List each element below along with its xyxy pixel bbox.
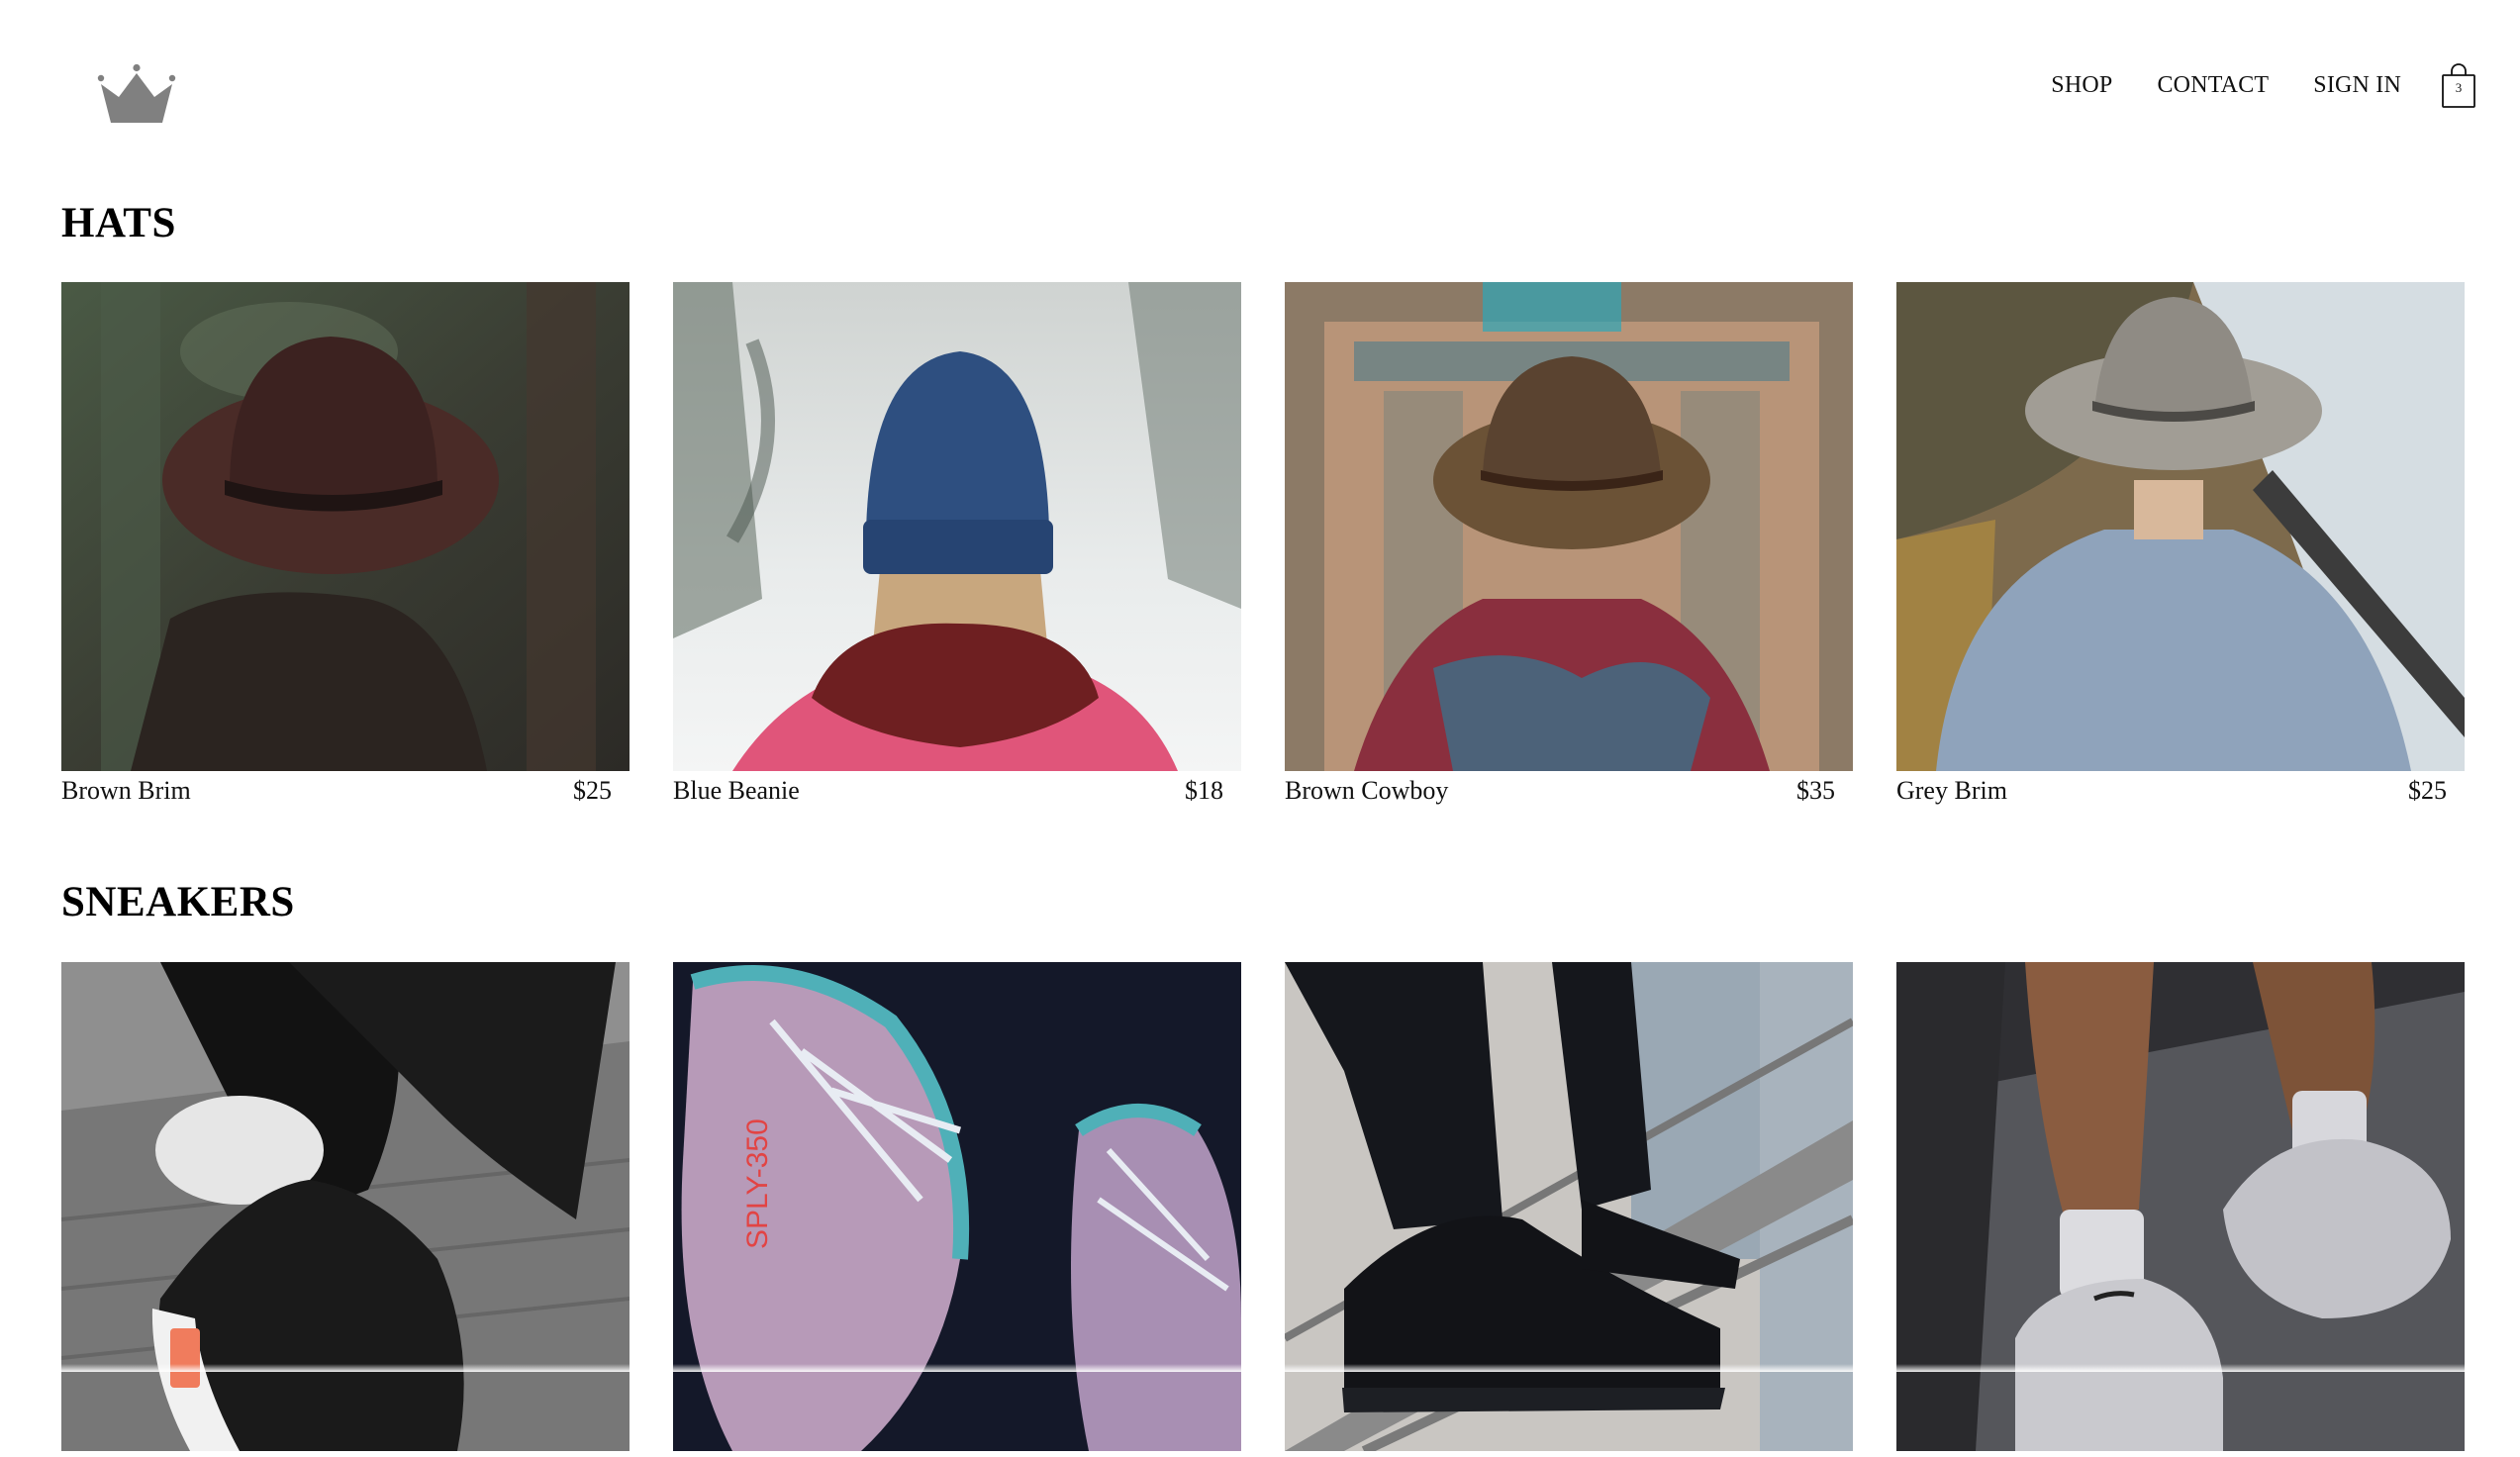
crown-icon[interactable] — [97, 63, 176, 127]
hats-grid: Brown Brim $25 Blue Beanie $18 Brown Cow… — [61, 282, 2467, 806]
product-image — [1896, 962, 2465, 1451]
nav-sign-in-link[interactable]: SIGN IN — [2313, 72, 2401, 99]
cart-count-badge: 3 — [2455, 80, 2463, 95]
sneakers-grid: SPLY-350 — [61, 962, 2467, 1457]
nav-contact-link[interactable]: CONTACT — [2157, 72, 2269, 99]
product-price: $25 — [573, 776, 612, 805]
header: SHOP CONTACT SIGN IN 3 — [0, 0, 2520, 168]
product-price: $35 — [1796, 776, 1835, 805]
product-card-sneaker-3[interactable] — [1285, 962, 1853, 1457]
product-card-grey-brim[interactable]: Grey Brim $25 — [1896, 282, 2465, 806]
product-name: Brown Brim — [61, 776, 191, 805]
product-card-brown-cowboy[interactable]: Brown Cowboy $35 — [1285, 282, 1853, 806]
svg-text:SPLY-350: SPLY-350 — [741, 1118, 774, 1249]
product-card-sneaker-2[interactable]: SPLY-350 — [673, 962, 1241, 1457]
section-title-sneakers[interactable]: SNEAKERS — [61, 881, 295, 923]
product-name: Brown Cowboy — [1285, 776, 1449, 805]
section-title-hats[interactable]: HATS — [61, 202, 176, 244]
nav-shop-link[interactable]: SHOP — [2051, 72, 2112, 99]
page-bottom-fade — [0, 1364, 2520, 1372]
product-image — [61, 962, 630, 1451]
product-price: $25 — [2408, 776, 2447, 805]
product-image — [1285, 962, 1853, 1451]
product-image: SPLY-350 — [673, 962, 1241, 1451]
product-image — [1896, 282, 2465, 771]
product-name: Grey Brim — [1896, 776, 2007, 805]
product-card-brown-brim[interactable]: Brown Brim $25 — [61, 282, 630, 806]
product-card-blue-beanie[interactable]: Blue Beanie $18 — [673, 282, 1241, 806]
main-nav: SHOP CONTACT SIGN IN 3 — [2051, 57, 2478, 113]
product-card-sneaker-1[interactable] — [61, 962, 630, 1457]
product-image — [61, 282, 630, 771]
product-card-sneaker-4[interactable] — [1896, 962, 2465, 1457]
cart-button[interactable]: 3 — [2439, 61, 2478, 109]
product-image — [1285, 282, 1853, 771]
product-name: Blue Beanie — [673, 776, 800, 805]
product-price: $18 — [1185, 776, 1223, 805]
product-image — [673, 282, 1241, 771]
